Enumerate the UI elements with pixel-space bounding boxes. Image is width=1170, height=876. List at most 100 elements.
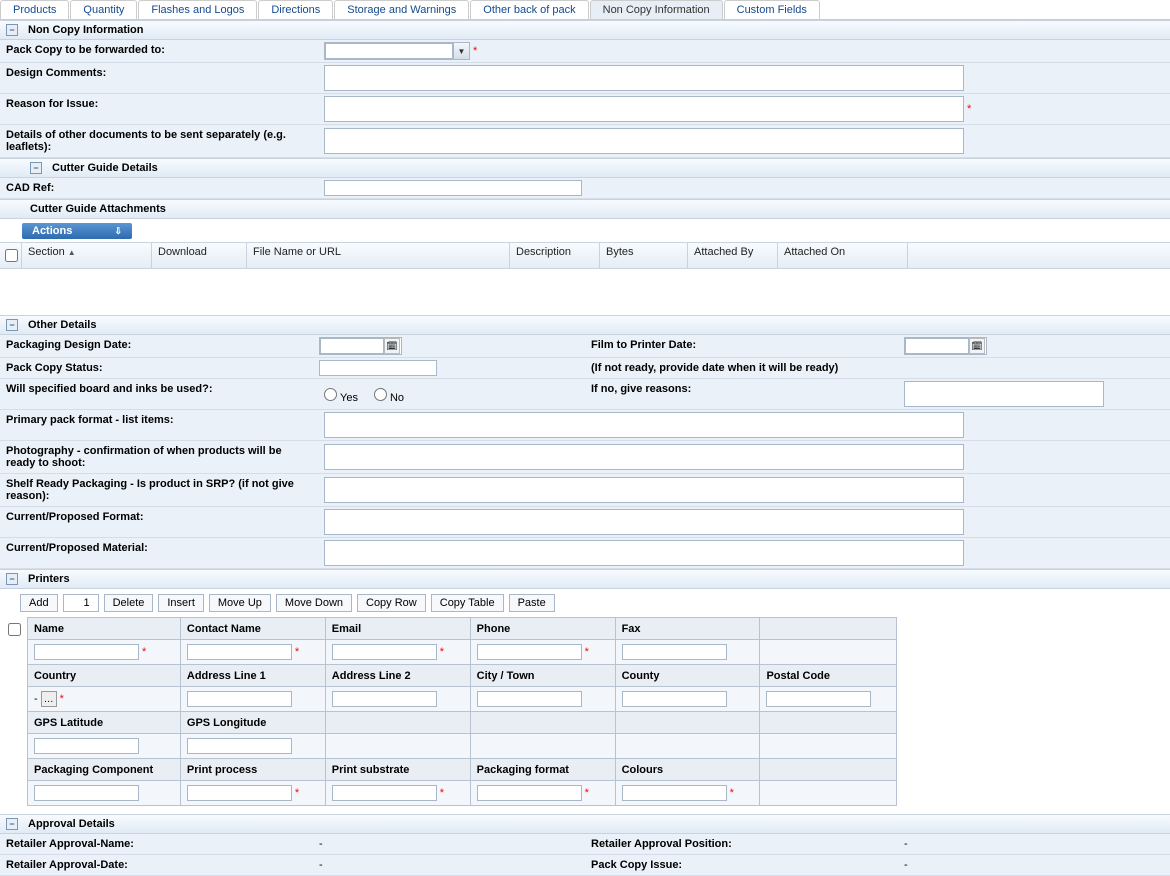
attachments-grid-header: Section▲ Download File Name or URL Descr… bbox=[0, 242, 1170, 269]
paste-button[interactable]: Paste bbox=[509, 594, 555, 612]
reason-issue-input[interactable] bbox=[324, 96, 964, 122]
label-cp-material: Current/Proposed Material: bbox=[0, 538, 320, 568]
select-all-checkbox[interactable] bbox=[5, 249, 18, 262]
label-primary-pack-format: Primary pack format - list items: bbox=[0, 410, 320, 440]
attachments-grid-body bbox=[0, 269, 1170, 315]
tab-quantity[interactable]: Quantity bbox=[70, 0, 137, 19]
design-comments-input[interactable] bbox=[324, 65, 964, 91]
th-name: Name bbox=[28, 618, 181, 640]
tab-directions[interactable]: Directions bbox=[258, 0, 333, 19]
col-download[interactable]: Download bbox=[152, 243, 247, 268]
move-up-button[interactable]: Move Up bbox=[209, 594, 271, 612]
add-button[interactable]: Add bbox=[20, 594, 58, 612]
gps-lon-input[interactable] bbox=[187, 738, 292, 754]
collapse-icon[interactable]: − bbox=[6, 818, 18, 830]
pkg-comp-input[interactable] bbox=[34, 785, 139, 801]
primary-pack-format-input[interactable] bbox=[324, 412, 964, 438]
section-title: Cutter Guide Attachments bbox=[30, 203, 166, 215]
collapse-icon[interactable]: − bbox=[6, 573, 18, 585]
col-description[interactable]: Description bbox=[510, 243, 600, 268]
tab-flashes-logos[interactable]: Flashes and Logos bbox=[138, 0, 257, 19]
phone-input[interactable] bbox=[477, 644, 582, 660]
pack-copy-status-input[interactable] bbox=[319, 360, 437, 376]
print-sub-input[interactable] bbox=[332, 785, 437, 801]
section-cutter-guide-details: − Cutter Guide Details bbox=[0, 158, 1170, 178]
addr2-input[interactable] bbox=[332, 691, 437, 707]
col-attached-on[interactable]: Attached On bbox=[778, 243, 908, 268]
print-proc-input[interactable] bbox=[187, 785, 292, 801]
required-icon: * bbox=[295, 787, 299, 799]
th-phone: Phone bbox=[470, 618, 615, 640]
insert-button[interactable]: Insert bbox=[158, 594, 204, 612]
city-input[interactable] bbox=[477, 691, 582, 707]
label-if-no-reasons: If no, give reasons: bbox=[585, 379, 900, 409]
col-section[interactable]: Section▲ bbox=[22, 243, 152, 268]
radio-no-label[interactable]: No bbox=[369, 385, 404, 404]
film-printer-date-picker[interactable]: 🗓 bbox=[904, 337, 987, 355]
gps-lat-input[interactable] bbox=[34, 738, 139, 754]
col-bytes[interactable]: Bytes bbox=[600, 243, 688, 268]
printer-row-checkbox[interactable] bbox=[8, 623, 21, 636]
cp-material-input[interactable] bbox=[324, 540, 964, 566]
add-count-input[interactable] bbox=[63, 594, 99, 612]
postal-input[interactable] bbox=[766, 691, 871, 707]
fax-input[interactable] bbox=[622, 644, 727, 660]
actions-button[interactable]: Actions ⇩ bbox=[22, 223, 132, 239]
tab-products[interactable]: Products bbox=[0, 0, 69, 19]
copy-table-button[interactable]: Copy Table bbox=[431, 594, 504, 612]
th-addr1: Address Line 1 bbox=[180, 665, 325, 687]
film-printer-date-input[interactable] bbox=[905, 338, 969, 354]
calendar-icon[interactable]: 🗓 bbox=[384, 338, 400, 354]
delete-button[interactable]: Delete bbox=[104, 594, 154, 612]
details-other-docs-input[interactable] bbox=[324, 128, 964, 154]
cp-format-input[interactable] bbox=[324, 509, 964, 535]
retailer-approval-name-value: - bbox=[319, 838, 323, 850]
section-title: Non Copy Information bbox=[28, 24, 144, 36]
required-icon: * bbox=[967, 103, 971, 115]
photography-input[interactable] bbox=[324, 444, 964, 470]
tab-storage-warnings[interactable]: Storage and Warnings bbox=[334, 0, 469, 19]
label-if-not-ready: (If not ready, provide date when it will… bbox=[585, 358, 844, 378]
tab-other-back-pack[interactable]: Other back of pack bbox=[470, 0, 588, 19]
lookup-icon[interactable]: … bbox=[41, 691, 57, 707]
col-attached-by[interactable]: Attached By bbox=[688, 243, 778, 268]
calendar-icon[interactable]: 🗓 bbox=[969, 338, 985, 354]
radio-yes[interactable] bbox=[324, 388, 337, 401]
th-gps-lat: GPS Latitude bbox=[28, 712, 181, 734]
if-no-reasons-input[interactable] bbox=[904, 381, 1104, 407]
actions-label: Actions bbox=[32, 225, 72, 237]
label-cad-ref: CAD Ref: bbox=[0, 178, 320, 198]
chevron-down-icon[interactable]: ▼ bbox=[453, 43, 469, 59]
th-fax: Fax bbox=[615, 618, 760, 640]
th-blank bbox=[760, 618, 897, 640]
section-title: Approval Details bbox=[28, 818, 115, 830]
col-filename[interactable]: File Name or URL bbox=[247, 243, 510, 268]
pack-design-date-picker[interactable]: 🗓 bbox=[319, 337, 402, 355]
addr1-input[interactable] bbox=[187, 691, 292, 707]
cad-ref-input[interactable] bbox=[324, 180, 582, 196]
srp-input[interactable] bbox=[324, 477, 964, 503]
required-icon: * bbox=[473, 45, 477, 57]
collapse-icon[interactable]: − bbox=[6, 319, 18, 331]
copy-row-button[interactable]: Copy Row bbox=[357, 594, 426, 612]
pack-copy-fwd-input[interactable] bbox=[325, 43, 453, 59]
collapse-icon[interactable]: − bbox=[6, 24, 18, 36]
email-input[interactable] bbox=[332, 644, 437, 660]
county-input[interactable] bbox=[622, 691, 727, 707]
tab-non-copy-info[interactable]: Non Copy Information bbox=[590, 0, 723, 19]
contact-input[interactable] bbox=[187, 644, 292, 660]
tab-custom-fields[interactable]: Custom Fields bbox=[724, 0, 820, 19]
pack-design-date-input[interactable] bbox=[320, 338, 384, 354]
pkg-fmt-input[interactable] bbox=[477, 785, 582, 801]
name-input[interactable] bbox=[34, 644, 139, 660]
pack-copy-fwd-combo[interactable]: ▼ bbox=[324, 42, 470, 60]
radio-yes-label[interactable]: Yes bbox=[319, 385, 358, 404]
radio-no[interactable] bbox=[374, 388, 387, 401]
label-cp-format: Current/Proposed Format: bbox=[0, 507, 320, 537]
move-down-button[interactable]: Move Down bbox=[276, 594, 352, 612]
collapse-icon[interactable]: − bbox=[30, 162, 42, 174]
label-pack-copy-issue: Pack Copy Issue: bbox=[585, 855, 900, 875]
colours-input[interactable] bbox=[622, 785, 727, 801]
label-film-printer-date: Film to Printer Date: bbox=[585, 335, 900, 357]
th-pkg-fmt: Packaging format bbox=[470, 759, 615, 781]
